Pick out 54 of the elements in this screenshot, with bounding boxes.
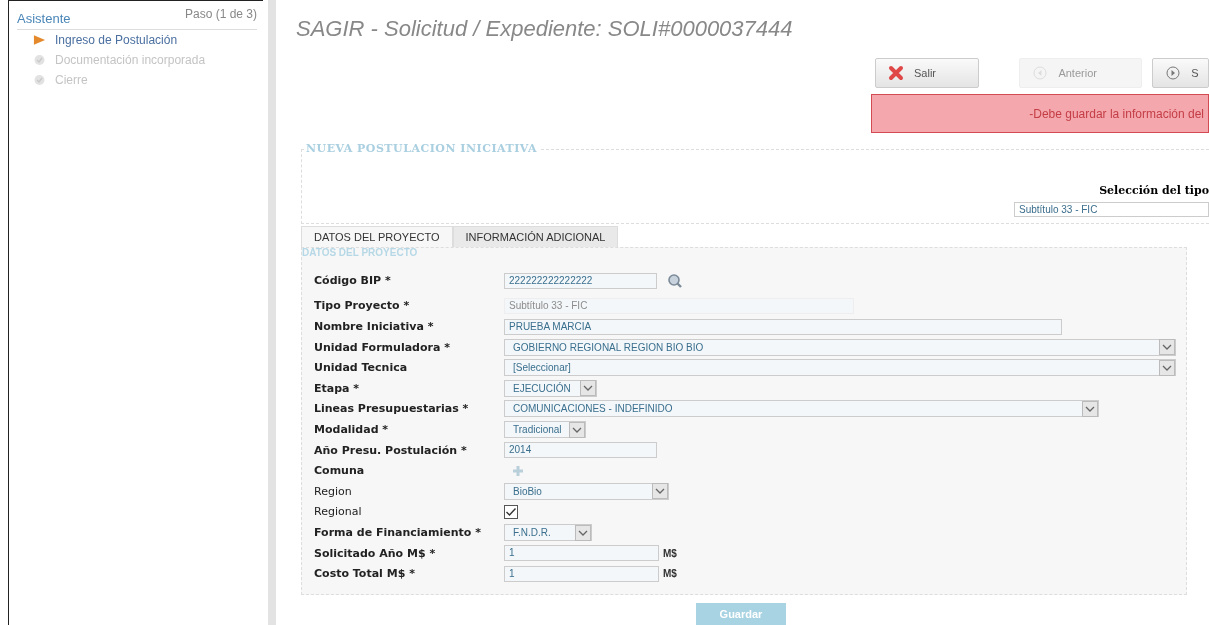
select-field[interactable]: GOBIERNO REGIONAL REGION BIO BIO bbox=[504, 338, 1176, 356]
select-field[interactable]: EJECUCIÓN bbox=[504, 379, 597, 397]
field-label: Tipo Proyecto * bbox=[314, 299, 411, 313]
type-select[interactable]: Subtítulo 33 - FIC bbox=[1014, 201, 1209, 217]
field-label: Costo Total M$ * bbox=[314, 567, 416, 581]
chevron-down-icon bbox=[652, 483, 668, 500]
sidebar-title: Asistente bbox=[17, 10, 71, 26]
toolbar-button[interactable]: Salir bbox=[875, 58, 980, 88]
input-field[interactable]: 222222222222222 bbox=[504, 272, 657, 289]
close-icon bbox=[888, 65, 904, 81]
page-title: SAGIR - Solicitud / Expediente: SOLI#0000037444 bbox=[296, 16, 794, 42]
chevron-down-icon bbox=[1159, 339, 1175, 356]
field-label: Lineas Presupuestarias * bbox=[314, 402, 470, 416]
search-icon[interactable] bbox=[667, 272, 683, 289]
field-label: Nombre Iniciativa * bbox=[314, 320, 435, 334]
field-label: Código BIP * bbox=[314, 274, 392, 288]
select-field[interactable]: Tradicional bbox=[504, 421, 586, 439]
step-counter: Paso (1 de 3) bbox=[184, 7, 257, 23]
error-banner: -Debe guardar la información del bbox=[871, 94, 1209, 134]
field-label: Etapa * bbox=[314, 381, 361, 395]
unit-label: M$ bbox=[663, 568, 677, 580]
field-label: Forma de Financiamiento * bbox=[314, 526, 482, 539]
select-field[interactable]: BioBio bbox=[504, 482, 669, 500]
field-label: Regional bbox=[314, 505, 363, 519]
tab[interactable]: DATOS DEL PROYECTO bbox=[301, 225, 453, 247]
left-circle-icon bbox=[1032, 65, 1049, 81]
field-label: Comuna bbox=[314, 464, 366, 478]
field-label: Unidad Formuladora * bbox=[314, 340, 451, 354]
field-label: Año Presu. Postulación * bbox=[314, 443, 468, 457]
input-field[interactable]: 1 bbox=[504, 565, 659, 582]
field-label: Selección del tipo bbox=[1099, 183, 1209, 197]
select-field[interactable]: [Seleccionar] bbox=[504, 359, 1176, 377]
field-label: Solicitado Año M$ * bbox=[314, 546, 437, 560]
chevron-down-icon bbox=[1082, 400, 1098, 417]
input-field[interactable]: 2014 bbox=[504, 442, 657, 459]
toolbar-button[interactable]: S bbox=[1152, 58, 1209, 88]
step-item[interactable]: Ingreso de Postulación bbox=[55, 33, 178, 47]
input-field[interactable]: 1 bbox=[504, 545, 659, 562]
unit-label: M$ bbox=[663, 547, 677, 559]
right-circle-icon bbox=[1165, 65, 1182, 81]
input-field[interactable]: PRUEBA MARCIA bbox=[504, 318, 1062, 335]
field-label: Unidad Tecnica bbox=[314, 361, 409, 375]
chevron-down-icon bbox=[1159, 359, 1175, 376]
chevron-down-icon bbox=[569, 421, 585, 438]
chevron-down-icon bbox=[580, 380, 596, 397]
form-legend: DATOS DEL PROYECTO bbox=[302, 246, 418, 258]
select-field[interactable]: COMUNICACIONES - INDEFINIDO bbox=[504, 400, 1099, 418]
field-label: Modalidad * bbox=[314, 423, 390, 437]
tab[interactable]: INFORMACIÓN ADICIONAL bbox=[452, 225, 619, 247]
checkbox[interactable] bbox=[504, 504, 518, 519]
field-label: Region bbox=[314, 484, 353, 498]
input-field: Subtítulo 33 - FIC bbox=[504, 298, 854, 314]
select-field[interactable]: F.N.D.R. bbox=[504, 524, 592, 541]
chevron-down-icon bbox=[575, 524, 591, 541]
